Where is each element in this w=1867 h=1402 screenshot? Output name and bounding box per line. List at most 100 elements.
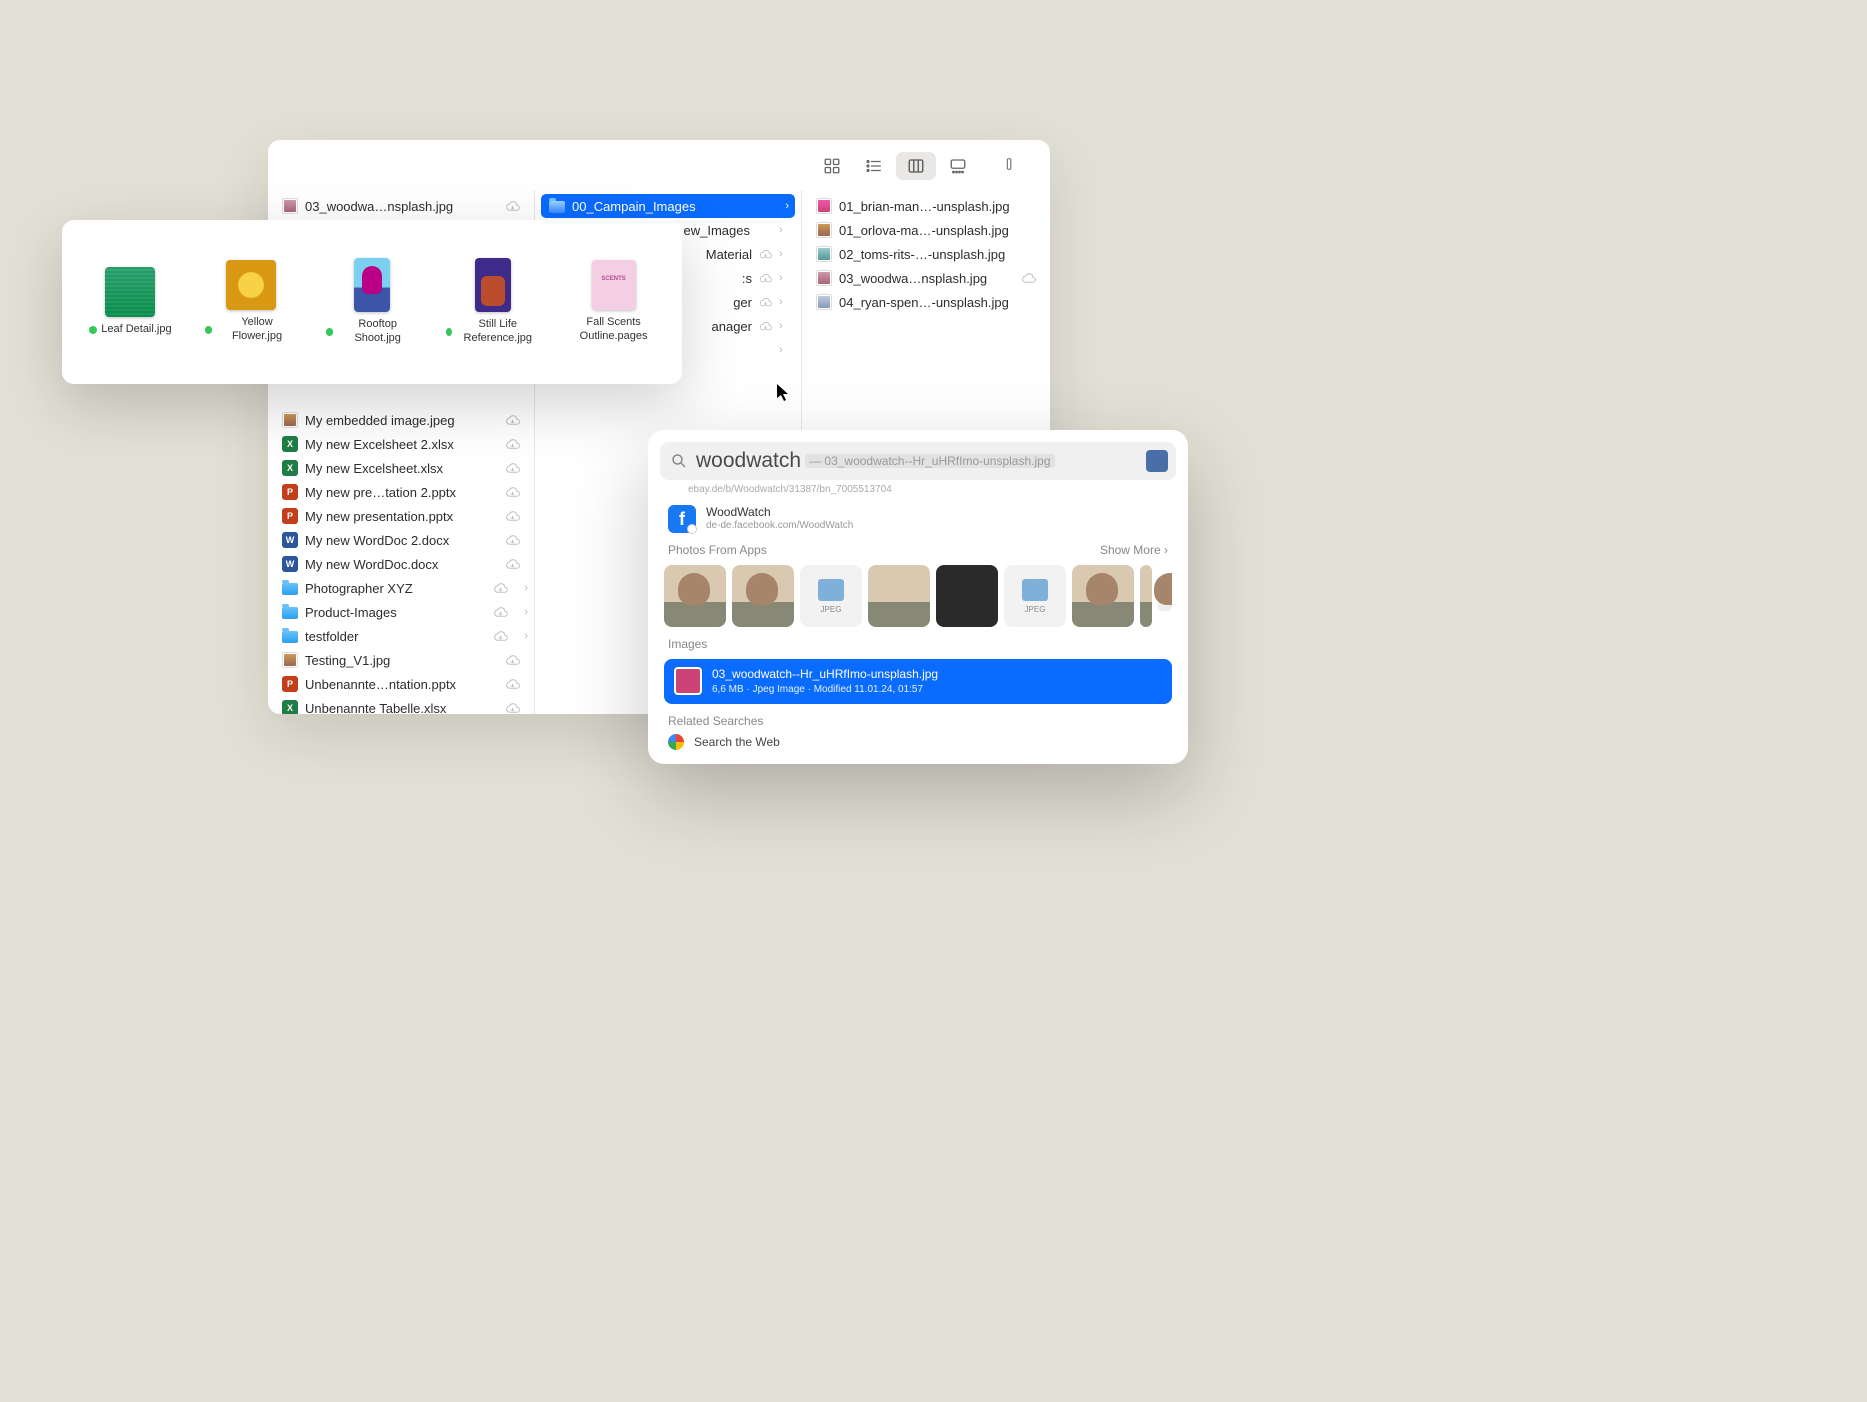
file-row[interactable]: My new presentation.pptx	[268, 504, 534, 528]
cloud-download-icon[interactable]	[493, 629, 508, 644]
finder-toolbar	[810, 150, 1032, 182]
spotlight-window: woodwatch — 03_woodwatch--Hr_uHRfImo-uns…	[648, 430, 1188, 764]
gallery-item[interactable]: Leaf Detail.jpg	[84, 267, 177, 337]
cloud-download-icon[interactable]	[505, 485, 520, 500]
file-row[interactable]: My new Excelsheet.xlsx	[268, 456, 534, 480]
result-thumb	[674, 667, 702, 695]
cloud-download-icon[interactable]	[493, 605, 508, 620]
cloud-download-icon[interactable]	[759, 248, 772, 261]
status-dot	[205, 326, 213, 334]
cloud-download-icon[interactable]	[759, 320, 772, 333]
chevron-right-icon: ›	[524, 606, 528, 618]
file-name: My new WordDoc.docx	[305, 557, 498, 572]
file-row[interactable]: My new WordDoc 2.docx	[268, 528, 534, 552]
result-meta: 6,6 MB · Jpeg Image · Modified 11.01.24,…	[712, 683, 938, 696]
gallery-thumb	[475, 258, 511, 312]
thumb[interactable]	[664, 565, 726, 627]
file-row[interactable]: My new pre…tation 2.pptx	[268, 480, 534, 504]
search-web-row[interactable]: Search the Web	[668, 734, 1168, 750]
chevron-right-icon: ›	[785, 200, 789, 212]
file-row[interactable]: Unbenannte…ntation.pptx	[268, 672, 534, 696]
cloud-download-icon[interactable]	[505, 701, 520, 715]
thumb[interactable]	[868, 565, 930, 627]
mouse-cursor	[777, 384, 789, 402]
file-row[interactable]: My new Excelsheet 2.xlsx	[268, 432, 534, 456]
file-name: My new WordDoc 2.docx	[305, 533, 498, 548]
search-icon	[670, 452, 688, 470]
image-icon	[816, 246, 832, 262]
chevron-right-icon: ›	[779, 320, 787, 332]
file-row[interactable]: My embedded image.jpeg	[268, 408, 534, 432]
file-row[interactable]: Unbenannte Tabelle.xlsx	[268, 696, 534, 714]
file-name: My new Excelsheet 2.xlsx	[305, 437, 498, 452]
thumb[interactable]	[1140, 565, 1152, 627]
file-row[interactable]: 04_ryan-spen…-unsplash.jpg	[802, 290, 1050, 314]
gallery-item[interactable]: Fall Scents Outline.pages	[567, 260, 660, 344]
cloud-download-icon[interactable]	[505, 653, 520, 668]
cloud-download-icon[interactable]	[505, 533, 520, 548]
spotlight-search-field[interactable]: woodwatch — 03_woodwatch--Hr_uHRfImo-uns…	[660, 442, 1176, 480]
view-columns-button[interactable]	[896, 152, 936, 180]
cloud-download-icon[interactable]	[505, 461, 520, 476]
chrome-icon	[668, 734, 684, 750]
cloud-download-icon[interactable]	[759, 296, 772, 309]
file-name: 03_woodwa…nsplash.jpg	[305, 199, 498, 214]
cloud-download-icon[interactable]	[505, 413, 520, 428]
file-name: Unbenannte…ntation.pptx	[305, 677, 498, 692]
result-name: 03_woodwatch--Hr_uHRfImo-unsplash.jpg	[712, 667, 938, 683]
images-section-header: Images	[668, 637, 1168, 651]
cloud-download-icon[interactable]	[493, 581, 508, 596]
file-row[interactable]: Product-Images ›	[268, 600, 534, 624]
gallery-item[interactable]: Still Life Reference.jpg	[446, 258, 539, 346]
image-result-selected[interactable]: 03_woodwatch--Hr_uHRfImo-unsplash.jpg 6,…	[664, 659, 1172, 704]
search-suffix: — 03_woodwatch--Hr_uHRfImo-unsplash.jpg	[805, 454, 1054, 468]
file-name: testfolder	[305, 629, 486, 644]
chevron-right-icon: ›	[779, 224, 787, 236]
file-row[interactable]: testfolder ›	[268, 624, 534, 648]
img-icon	[282, 652, 298, 668]
result-title: WoodWatch	[706, 505, 853, 520]
photos-thumbnails: JPEG JPEG ›	[664, 565, 1172, 627]
cloud-download-icon[interactable]	[505, 509, 520, 524]
status-dot	[89, 326, 97, 334]
toolbar-extra-button[interactable]	[992, 150, 1032, 178]
file-row[interactable]: My new WordDoc.docx	[268, 552, 534, 576]
view-list-button[interactable]	[854, 152, 894, 180]
cloud-download-icon[interactable]	[505, 557, 520, 572]
file-row[interactable]: 02_toms-rits-…-unsplash.jpg	[802, 242, 1050, 266]
file-row[interactable]: 01_brian-man…-unsplash.jpg	[802, 194, 1050, 218]
view-gallery-button[interactable]	[938, 152, 978, 180]
view-segmented	[810, 150, 980, 182]
gallery-label: Still Life Reference.jpg	[446, 318, 539, 346]
image-icon	[282, 198, 298, 214]
gallery-item[interactable]: Rooftop Shoot.jpg	[326, 258, 419, 346]
cloud-download-icon[interactable]	[759, 272, 772, 285]
facebook-icon: f	[668, 505, 696, 533]
doc-icon	[282, 556, 298, 572]
thumb[interactable]: JPEG	[1004, 565, 1066, 627]
facebook-result[interactable]: f WoodWatch de-de.facebook.com/WoodWatch	[668, 505, 1168, 533]
thumb[interactable]	[732, 565, 794, 627]
file-row[interactable]: 03_woodwa…nsplash.jpg	[268, 194, 534, 218]
file-row[interactable]: 01_orlova-ma…-unsplash.jpg	[802, 218, 1050, 242]
gallery-thumb	[354, 258, 390, 312]
cloud-download-icon[interactable]	[505, 199, 520, 214]
thumb[interactable]	[936, 565, 998, 627]
facebook-result-text: WoodWatch de-de.facebook.com/WoodWatch	[706, 505, 853, 533]
file-row[interactable]: Testing_V1.jpg	[268, 648, 534, 672]
partial-url: ebay.de/b/Woodwatch/31387/bn_7005513704	[688, 484, 1158, 495]
file-row[interactable]: Photographer XYZ ›	[268, 576, 534, 600]
image-icon	[816, 294, 832, 310]
view-icons-button[interactable]	[812, 152, 852, 180]
cloud-download-icon[interactable]	[505, 677, 520, 692]
cloud-download-icon[interactable]	[505, 437, 520, 452]
file-row[interactable]: 03_woodwa…nsplash.jpg	[802, 266, 1050, 290]
folder-row-selected[interactable]: 00_Campain_Images ›	[541, 194, 795, 218]
thumb[interactable]: JPEG	[800, 565, 862, 627]
gallery-item[interactable]: Yellow Flower.jpg	[205, 260, 298, 344]
show-more-button[interactable]: Show More ›	[1100, 543, 1168, 557]
image-icon	[816, 198, 832, 214]
thumb[interactable]	[1072, 565, 1134, 627]
img-icon	[282, 412, 298, 428]
file-name: My new pre…tation 2.pptx	[305, 485, 498, 500]
